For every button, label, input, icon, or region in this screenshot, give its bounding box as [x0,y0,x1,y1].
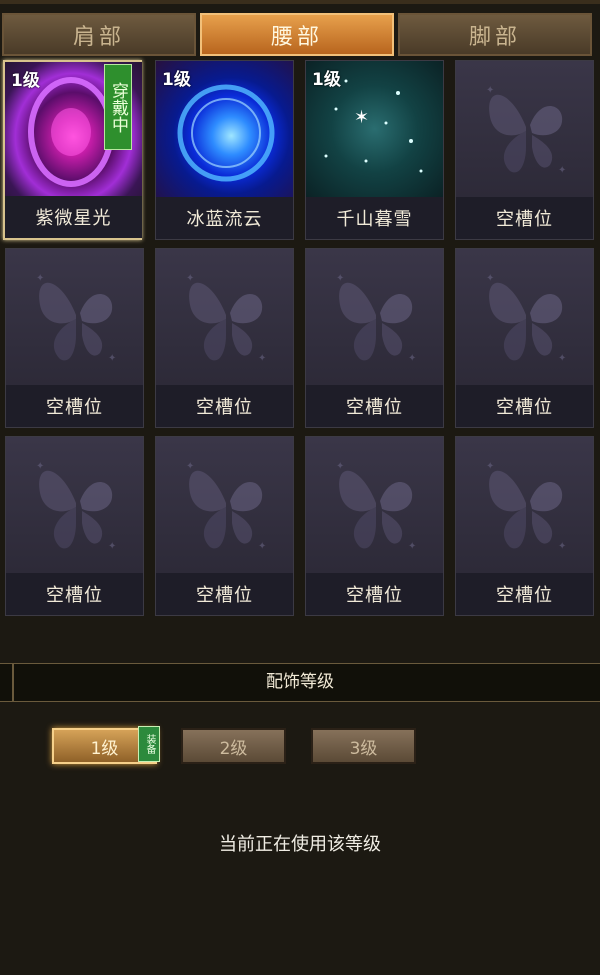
level-2-button[interactable]: 2级 [181,728,286,764]
butterfly-placeholder-icon: ✦✦ [336,461,416,552]
slot-name: 空槽位 [306,573,443,615]
svg-text:✦: ✦ [36,461,44,472]
tab-feet[interactable]: 脚部 [398,13,592,56]
svg-text:✦: ✦ [36,273,44,284]
tab-waist[interactable]: 腰部 [200,13,394,56]
empty-slot-12[interactable]: ✦ ✦ 空槽位 [455,436,594,616]
slot-level-label: 1级 [162,70,191,90]
svg-text:✦: ✦ [486,461,494,472]
butterfly-placeholder-icon: ✦✦ [486,273,566,364]
slot-name: 空槽位 [156,385,293,427]
body-part-tabs: 肩部 腰部 脚部 [0,13,600,58]
status-text: 当前正在使用该等级 [219,834,381,855]
slot-level-label: 1级 [312,70,341,90]
empty-slot-6[interactable]: ✦ ✦ 空槽位 [155,248,294,428]
accessory-slot-2[interactable]: 1级 冰蓝流云 [155,60,294,240]
svg-text:✶: ✶ [354,107,369,128]
top-border [0,0,600,4]
svg-text:✦: ✦ [336,461,344,472]
tab-shoulder[interactable]: 肩部 [2,13,196,56]
empty-slot-10[interactable]: ✦ ✦ 空槽位 [155,436,294,616]
accessory-level-header: 配饰等级 [0,663,600,702]
svg-text:✦: ✦ [408,541,416,552]
svg-text:✦: ✦ [558,353,566,364]
slot-name: 空槽位 [156,573,293,615]
butterfly-placeholder-icon: ✦✦ [186,273,266,364]
slot-name: 空槽位 [6,385,143,427]
slot-name: 千山暮雪 [306,197,443,239]
empty-slot-11[interactable]: ✦ ✦ 空槽位 [305,436,444,616]
slot-name: 空槽位 [456,385,593,427]
section-title: 配饰等级 [266,672,334,692]
svg-text:✦: ✦ [558,541,566,552]
accessory-slot-1[interactable]: 1级 穿戴中 紫微星光 [3,60,142,240]
butterfly-placeholder-icon: ✦✦ [186,461,266,552]
svg-text:✦: ✦ [186,273,194,284]
accessory-slot-3[interactable]: ✶ 1级 千山暮雪 [305,60,444,240]
svg-text:✦: ✦ [108,541,116,552]
butterfly-placeholder-icon: ✦✦ [486,85,566,176]
butterfly-placeholder-icon: ✦✦ [336,273,416,364]
empty-slot-5[interactable]: ✦ ✦ 空槽位 [5,248,144,428]
svg-text:✦: ✦ [108,353,116,364]
svg-text:✦: ✦ [408,353,416,364]
slot-name: 空槽位 [6,573,143,615]
empty-slot-7[interactable]: ✦ ✦ 空槽位 [305,248,444,428]
svg-text:✦: ✦ [486,85,494,96]
slot-level-label: 1级 [11,71,40,91]
empty-slot-9[interactable]: ✦ ✦ 空槽位 [5,436,144,616]
svg-text:✦: ✦ [258,353,266,364]
svg-text:✦: ✦ [186,461,194,472]
slot-name: 空槽位 [306,385,443,427]
butterfly-placeholder-icon: ✦✦ [36,273,116,364]
svg-text:✦: ✦ [558,165,566,176]
slot-name: 冰蓝流云 [156,197,293,239]
wearing-badge: 穿戴中 [104,64,132,150]
empty-slot-8[interactable]: ✦ ✦ 空槽位 [455,248,594,428]
butterfly-placeholder-icon: ✦✦ [486,461,566,552]
slot-name: 紫微星光 [5,196,142,238]
slot-name: 空槽位 [456,197,593,239]
butterfly-placeholder-icon: ✦✦ [36,461,116,552]
svg-text:✦: ✦ [486,273,494,284]
equipped-badge: 装备 [138,726,160,762]
slot-name: 空槽位 [456,573,593,615]
empty-slot-4[interactable]: ✦ ✦ 空槽位 [455,60,594,240]
svg-text:✦: ✦ [258,541,266,552]
level-3-button[interactable]: 3级 [311,728,416,764]
svg-text:✦: ✦ [336,273,344,284]
